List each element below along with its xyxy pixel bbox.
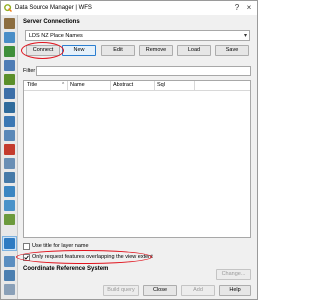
source-type-sidebar [1, 15, 18, 299]
title-bar: Data Source Manager | WFS ? × [1, 1, 257, 15]
use-title-checkbox[interactable] [23, 243, 30, 250]
oracle-icon[interactable] [4, 144, 15, 155]
server-connections-heading: Server Connections [23, 19, 80, 25]
connect-button[interactable]: Connect [26, 45, 60, 56]
mesh-icon[interactable] [4, 60, 15, 71]
checkmark-icon [24, 255, 29, 260]
filter-label: Filter [23, 68, 36, 74]
filter-input[interactable] [36, 66, 251, 76]
chevron-down-icon: ▾ [243, 33, 247, 39]
delimited-text-icon[interactable] [4, 74, 15, 85]
wcs-icon[interactable] [4, 200, 15, 211]
mssql-icon[interactable] [4, 130, 15, 141]
column-header-sql[interactable]: Sql [157, 82, 165, 89]
close-button[interactable]: Close [143, 285, 177, 296]
qgis-logo-icon [4, 4, 12, 12]
add-button[interactable]: Add [181, 285, 215, 296]
new-button[interactable]: New [62, 45, 96, 56]
geopackage-icon[interactable] [4, 88, 15, 99]
connection-select-value: LDS NZ Place Names [29, 33, 83, 39]
db2-icon[interactable] [4, 158, 15, 169]
only-request-checkbox[interactable] [23, 254, 30, 261]
spatialite-icon[interactable] [4, 102, 15, 113]
virtual-layer-icon[interactable] [4, 172, 15, 183]
column-divider [154, 81, 155, 91]
help-question-icon[interactable]: ? [232, 3, 242, 13]
save-button[interactable]: Save [215, 45, 249, 56]
connection-select[interactable]: LDS NZ Place Names ▾ [25, 30, 250, 41]
change-crs-button[interactable]: Change... [216, 269, 251, 280]
arcgis-map-server-icon[interactable] [4, 256, 15, 267]
only-request-label: Only request features overlapping the vi… [32, 254, 153, 260]
wfs-panel: Server Connections LDS NZ Place Names ▾ … [16, 15, 257, 299]
vector-icon[interactable] [4, 32, 15, 43]
column-divider [110, 81, 111, 91]
window-title: Data Source Manager | WFS [15, 5, 92, 11]
wfs-icon[interactable] [4, 238, 15, 249]
xyz-icon[interactable] [4, 214, 15, 225]
postgresql-icon[interactable] [4, 116, 15, 127]
raster-icon[interactable] [4, 46, 15, 57]
data-source-manager-window: Data Source Manager | WFS ? × Server Con… [0, 0, 258, 300]
wms-icon[interactable] [4, 186, 15, 197]
edit-button[interactable]: Edit [101, 45, 135, 56]
build-query-button[interactable]: Build query [103, 285, 139, 296]
table-header: Title ⌃ Name Abstract Sql [24, 81, 250, 91]
sort-ascending-icon: ⌃ [61, 82, 66, 88]
load-button[interactable]: Load [177, 45, 211, 56]
column-divider [67, 81, 68, 91]
column-header-title[interactable]: Title [27, 82, 37, 89]
column-divider [194, 81, 195, 91]
help-button[interactable]: Help [219, 285, 251, 296]
column-header-name[interactable]: Name [70, 82, 85, 89]
arcgis-feature-server-icon[interactable] [4, 270, 15, 281]
browser-icon[interactable] [4, 18, 15, 29]
column-header-abstract[interactable]: Abstract [113, 82, 133, 89]
geonode-icon[interactable] [4, 284, 15, 295]
layer-table[interactable]: Title ⌃ Name Abstract Sql [23, 80, 251, 238]
use-title-label: Use title for layer name [32, 243, 89, 249]
close-icon[interactable]: × [244, 3, 254, 13]
remove-button[interactable]: Remove [139, 45, 173, 56]
